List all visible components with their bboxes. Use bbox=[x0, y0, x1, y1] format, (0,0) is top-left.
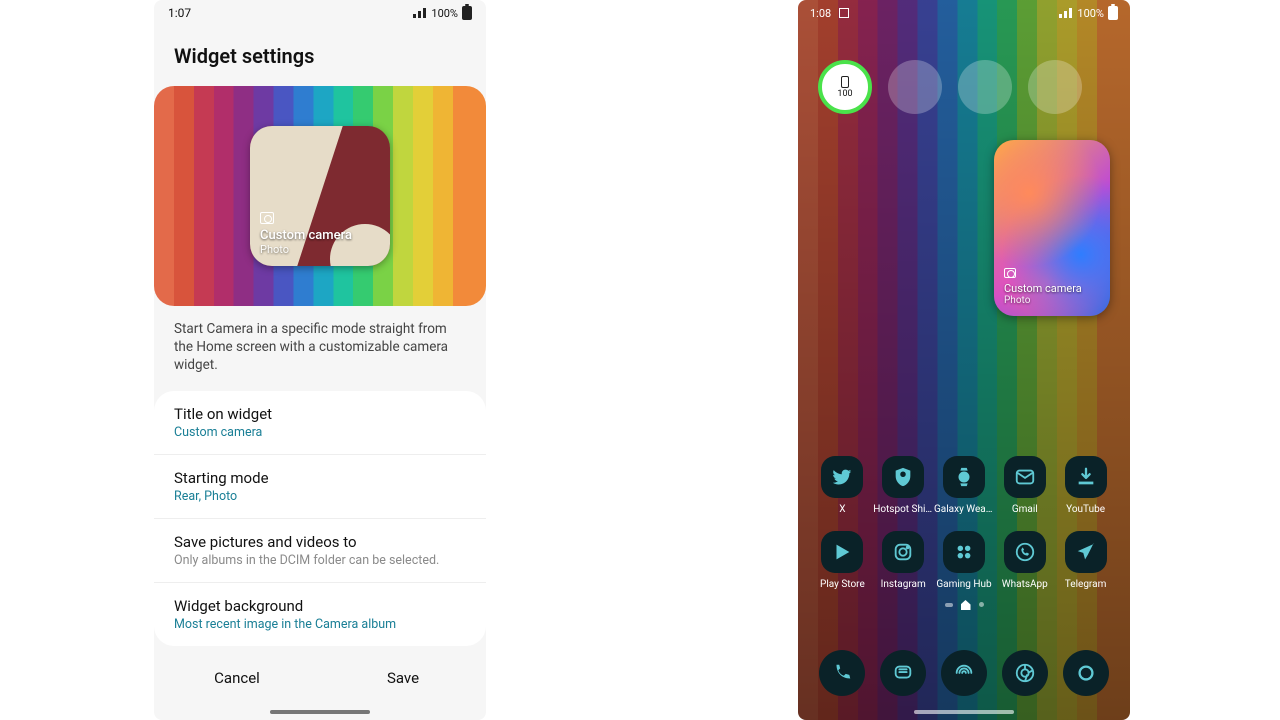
app-x[interactable]: X bbox=[812, 456, 873, 515]
messages-icon bbox=[892, 662, 914, 684]
app-label: Play Store bbox=[812, 579, 872, 590]
app-label: Gmail bbox=[995, 504, 1055, 515]
page-indicator[interactable] bbox=[798, 602, 1130, 612]
setting-label: Title on widget bbox=[174, 405, 466, 423]
camera-icon bbox=[1004, 268, 1016, 278]
phone-icon bbox=[831, 662, 853, 684]
setting-title-on-widget[interactable]: Title on widget Custom camera bbox=[154, 391, 486, 455]
camera-app-icon bbox=[882, 531, 924, 573]
app-instagram[interactable]: Instagram bbox=[873, 531, 934, 590]
nav-pill[interactable] bbox=[914, 710, 1014, 714]
chrome-icon bbox=[1014, 662, 1036, 684]
signal-icon bbox=[1059, 8, 1073, 18]
notification-icon bbox=[839, 8, 849, 18]
setting-label: Save pictures and videos to bbox=[174, 533, 466, 551]
widget-description: Start Camera in a specific mode straight… bbox=[154, 306, 486, 391]
status-bar: 1:07 100% bbox=[154, 0, 486, 26]
app-label: Instagram bbox=[873, 579, 933, 590]
shield-icon bbox=[882, 456, 924, 498]
widget-preview-title: Custom camera bbox=[260, 228, 352, 243]
setting-label: Starting mode bbox=[174, 469, 466, 487]
setting-value: Only albums in the DCIM folder can be se… bbox=[174, 553, 466, 568]
device-icon bbox=[841, 76, 849, 88]
page-title: Widget settings bbox=[154, 26, 486, 86]
circle-icon bbox=[1075, 662, 1097, 684]
phone-widget-settings: 1:07 100% Widget settings Custom camera … bbox=[154, 0, 486, 720]
app-label: Telegram bbox=[1056, 579, 1116, 590]
grid4-icon bbox=[943, 531, 985, 573]
app-label: X bbox=[812, 504, 872, 515]
camera-icon bbox=[260, 212, 274, 224]
status-bar: 1:08 100% bbox=[798, 0, 1130, 26]
app-youtube[interactable]: YouTube bbox=[1055, 456, 1116, 515]
widget-placeholder-2[interactable] bbox=[958, 60, 1012, 114]
setting-starting-mode[interactable]: Starting mode Rear, Photo bbox=[154, 455, 486, 519]
page-dot bbox=[945, 603, 953, 607]
widget-preview-tile: Custom camera Photo bbox=[250, 126, 390, 266]
play-icon bbox=[821, 531, 863, 573]
status-time: 1:08 bbox=[810, 7, 831, 20]
setting-label: Widget background bbox=[174, 597, 466, 615]
app-grid: X Hotspot Shield... Galaxy Weara... Gmai… bbox=[798, 456, 1130, 590]
app-galaxy-wearable[interactable]: Galaxy Weara... bbox=[934, 456, 995, 515]
widget-preview-subtitle: Photo bbox=[260, 243, 352, 256]
settings-list: Title on widget Custom camera Starting m… bbox=[154, 391, 486, 646]
phone-bubble-icon bbox=[1004, 531, 1046, 573]
status-battery-pct: 100% bbox=[431, 7, 458, 20]
radar-icon bbox=[953, 662, 975, 684]
setting-value: Most recent image in the Camera album bbox=[174, 617, 466, 632]
camera-widget[interactable]: Custom camera Photo bbox=[994, 140, 1110, 316]
widget-placeholder-1[interactable] bbox=[888, 60, 942, 114]
dock-chrome[interactable] bbox=[1002, 650, 1048, 696]
download-icon bbox=[1065, 456, 1107, 498]
app-gaming-hub[interactable]: Gaming Hub bbox=[934, 531, 995, 590]
battery-circle-widget[interactable]: 100 bbox=[818, 60, 872, 114]
setting-value: Rear, Photo bbox=[174, 489, 466, 504]
send-icon bbox=[1065, 531, 1107, 573]
app-hotspot-shield[interactable]: Hotspot Shield... bbox=[873, 456, 934, 515]
bottom-button-bar: Cancel Save bbox=[154, 650, 486, 720]
status-battery-pct: 100% bbox=[1077, 7, 1104, 20]
camera-widget-subtitle: Photo bbox=[1004, 295, 1082, 306]
x-bird-icon bbox=[821, 456, 863, 498]
signal-icon bbox=[413, 8, 427, 18]
status-time: 1:07 bbox=[168, 6, 191, 20]
app-label: Hotspot Shield... bbox=[873, 504, 933, 515]
setting-widget-background[interactable]: Widget background Most recent image in t… bbox=[154, 583, 486, 646]
watch-icon bbox=[943, 456, 985, 498]
quick-widgets-row: 100 bbox=[798, 60, 1130, 114]
nav-pill[interactable] bbox=[270, 710, 370, 714]
mail-icon bbox=[1004, 456, 1046, 498]
phone-home-screen: 1:08 100% 100 Custom camera Photo bbox=[798, 0, 1130, 720]
battery-circle-value: 100 bbox=[837, 90, 852, 99]
dock-app-drawer[interactable] bbox=[1063, 650, 1109, 696]
app-play-store[interactable]: Play Store bbox=[812, 531, 873, 590]
battery-icon bbox=[1108, 6, 1118, 20]
dock bbox=[798, 650, 1130, 696]
dock-phone[interactable] bbox=[819, 650, 865, 696]
widget-preview-card: Custom camera Photo bbox=[154, 86, 486, 306]
setting-value: Custom camera bbox=[174, 425, 466, 440]
battery-icon bbox=[462, 6, 472, 20]
camera-widget-title: Custom camera bbox=[1004, 282, 1082, 295]
widget-placeholder-3[interactable] bbox=[1028, 60, 1082, 114]
app-telegram[interactable]: Telegram bbox=[1055, 531, 1116, 590]
dock-radar[interactable] bbox=[941, 650, 987, 696]
dock-messages[interactable] bbox=[880, 650, 926, 696]
app-label: Galaxy Weara... bbox=[934, 504, 994, 515]
page-dot bbox=[979, 602, 984, 607]
setting-save-location[interactable]: Save pictures and videos to Only albums … bbox=[154, 519, 486, 583]
app-label: WhatsApp bbox=[995, 579, 1055, 590]
app-label: YouTube bbox=[1056, 504, 1116, 515]
app-whatsapp[interactable]: WhatsApp bbox=[994, 531, 1055, 590]
app-gmail[interactable]: Gmail bbox=[994, 456, 1055, 515]
app-label: Gaming Hub bbox=[934, 579, 994, 590]
home-page-icon bbox=[961, 600, 971, 610]
